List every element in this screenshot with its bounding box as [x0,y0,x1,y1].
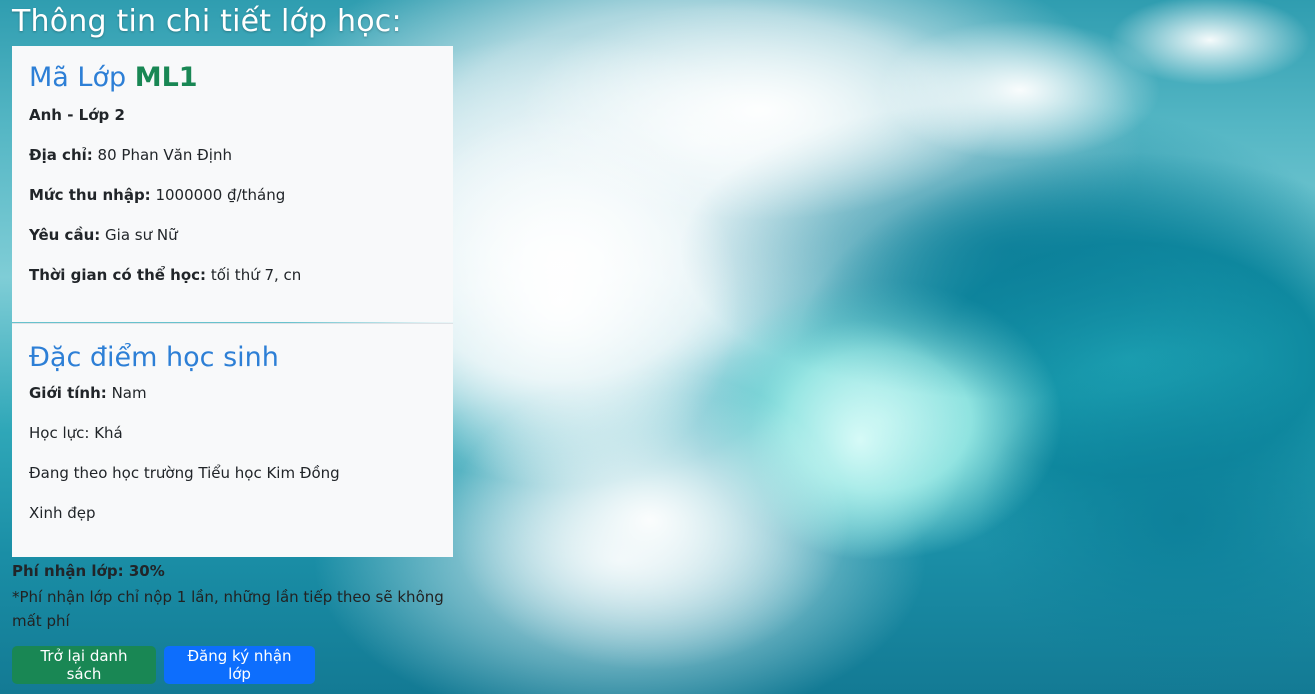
class-info-card: Mã Lớp ML1 Anh - Lớp 2 Địa chỉ: 80 Phan … [12,46,453,322]
back-to-list-button[interactable]: Trở lại danh sách [12,646,156,684]
page-title: Thông tin chi tiết lớp học: [12,4,402,39]
school-row: Đang theo học trường Tiểu học Kim Đồng [29,464,340,483]
schedule-value: tối thứ 7, cn [210,266,302,285]
subject-grade: Anh - Lớp 2 [29,106,125,125]
class-code-label: Mã Lớp [29,62,127,93]
student-heading: Đặc điểm học sinh [29,342,279,373]
schedule-row: Thời gian có thể học: tối thứ 7, cn [29,266,436,285]
schedule-label: Thời gian có thể học: [29,266,207,285]
fee-note: *Phí nhận lớp chỉ nộp 1 lần, những lần t… [12,588,444,630]
address-label: Địa chỉ: [29,146,93,165]
income-label: Mức thu nhập: [29,186,151,205]
class-code-heading: Mã Lớp ML1 [29,62,436,94]
register-class-button[interactable]: Đăng ký nhận lớp [164,646,315,684]
requirement-value: Gia sư Nữ [105,226,178,245]
gender-row: Giới tính: Nam [29,384,436,403]
requirement-row: Yêu cầu: Gia sư Nữ [29,226,436,245]
requirement-label: Yêu cầu: [29,226,101,245]
academic-row: Học lực: Khá [29,424,123,443]
address-row: Địa chỉ: 80 Phan Văn Định [29,146,436,165]
student-info-card: Đặc điểm học sinh Giới tính: Nam Học lực… [12,323,453,557]
class-code-value: ML1 [134,62,198,93]
fee-label: Phí nhận lớp: 30% [12,562,165,580]
income-value: 1000000 ₫/tháng [155,186,286,205]
gender-label: Giới tính: [29,384,107,403]
income-row: Mức thu nhập: 1000000 ₫/tháng [29,186,436,205]
gender-value: Nam [111,384,147,403]
address-value: 80 Phan Văn Định [97,146,232,165]
fee-section: Phí nhận lớp: 30% *Phí nhận lớp chỉ nộp … [12,562,457,633]
student-note-row: Xinh đẹp [29,504,96,523]
